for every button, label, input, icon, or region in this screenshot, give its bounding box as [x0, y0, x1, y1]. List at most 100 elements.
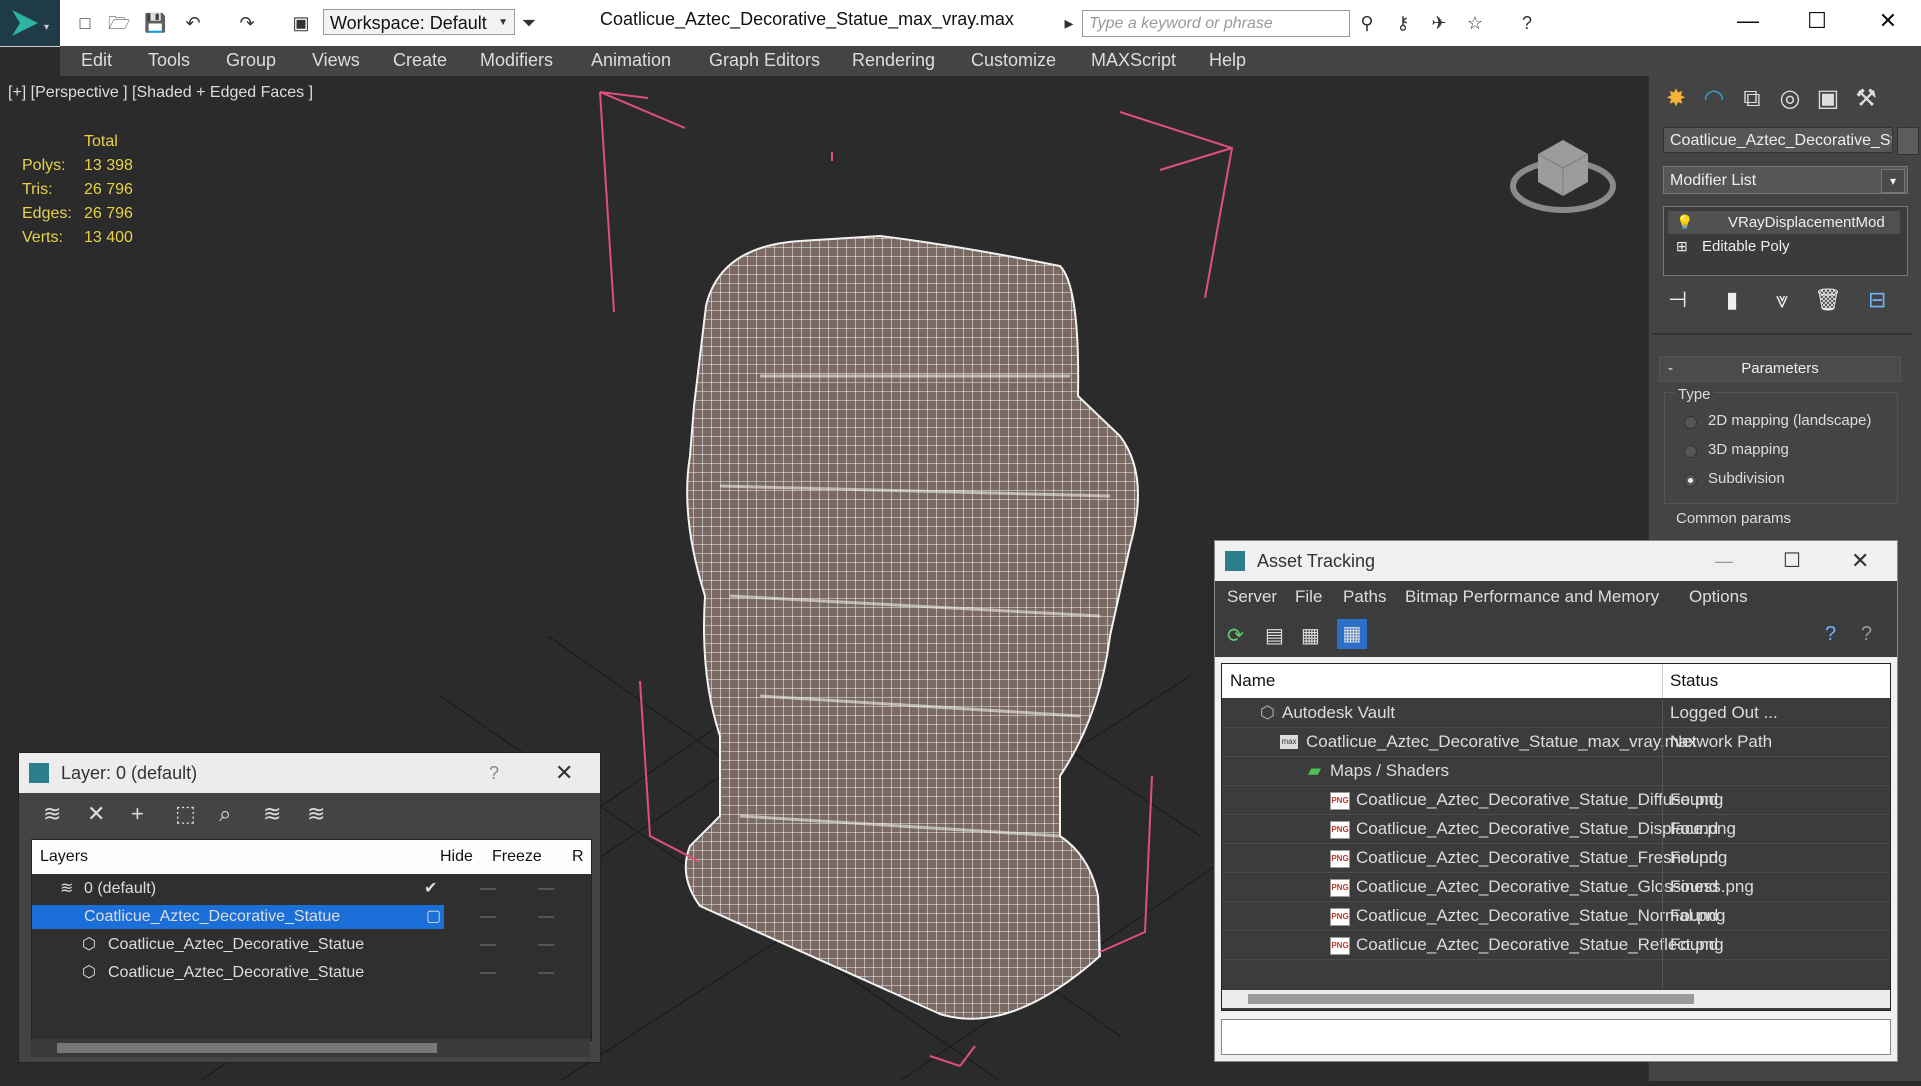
option-subdivision[interactable]: Subdivision: [1708, 470, 1785, 487]
hierarchy-tab-icon[interactable]: ⧉: [1735, 82, 1769, 116]
menu-bitmap-performance[interactable]: Bitmap Performance and Memory: [1405, 581, 1659, 613]
menu-rendering[interactable]: Rendering: [852, 50, 935, 71]
freeze-toggle[interactable]: —: [538, 959, 554, 987]
scrollbar-thumb[interactable]: [1248, 994, 1694, 1004]
show-end-result-icon[interactable]: ▮: [1726, 287, 1738, 313]
asset-row[interactable]: PNG Coatlicue_Aztec_Decorative_Statue_Fr…: [1222, 844, 1890, 873]
add-layer-icon[interactable]: +: [131, 801, 144, 827]
set-active-icon[interactable]: ▢: [426, 903, 441, 931]
column-layers[interactable]: Layers: [40, 840, 88, 874]
horizontal-scrollbar[interactable]: [31, 1039, 590, 1057]
refresh-icon[interactable]: ⟳: [1227, 623, 1244, 648]
column-freeze[interactable]: Freeze: [492, 840, 542, 874]
layer-stack-icon[interactable]: ≋: [43, 801, 61, 827]
motion-tab-icon[interactable]: ◎: [1773, 82, 1807, 116]
layer-row[interactable]: ⊟ ≋ Coatlicue_Aztec_Decorative_Statue ▢ …: [32, 903, 591, 931]
menu-file[interactable]: File: [1295, 581, 1322, 613]
menu-options[interactable]: Options: [1689, 581, 1748, 613]
asset-row[interactable]: PNG Coatlicue_Aztec_Decorative_Statue_Di…: [1222, 786, 1890, 815]
help-button[interactable]: ?: [489, 753, 499, 793]
menu-edit[interactable]: Edit: [81, 50, 112, 71]
utilities-tab-icon[interactable]: ⚒: [1849, 82, 1883, 116]
project-folder-icon[interactable]: ▣: [290, 12, 312, 34]
asset-row[interactable]: ▰ Maps / Shaders: [1222, 757, 1890, 786]
parameters-rollout-header[interactable]: - Parameters: [1659, 356, 1901, 382]
remove-modifier-icon[interactable]: 🗑: [1814, 287, 1842, 313]
open-file-icon[interactable]: 🗁: [108, 12, 130, 34]
asset-row[interactable]: max Coatlicue_Aztec_Decorative_Statue_ma…: [1222, 728, 1890, 757]
make-unique-icon[interactable]: ⩔: [1776, 287, 1788, 313]
layer-properties-icon[interactable]: ≋: [307, 801, 325, 827]
menu-modifiers[interactable]: Modifiers: [480, 50, 553, 71]
minimize-icon[interactable]: —: [1728, 6, 1768, 36]
minimize-icon[interactable]: —: [1715, 541, 1733, 581]
stack-item-editable-poly[interactable]: ⊞ Editable Poly: [1668, 235, 1900, 258]
maximize-icon[interactable]: ☐: [1797, 6, 1837, 36]
object-name-field[interactable]: Coatlicue_Aztec_Decorative_Stat: [1663, 127, 1893, 153]
menu-animation[interactable]: Animation: [591, 50, 671, 71]
pin-stack-icon[interactable]: ⊣: [1668, 287, 1687, 313]
configure-sets-icon[interactable]: ⊟: [1868, 287, 1886, 313]
lightbulb-icon[interactable]: 💡: [1676, 211, 1693, 234]
hide-toggle[interactable]: —: [480, 875, 496, 903]
save-file-icon[interactable]: 💾: [144, 12, 166, 34]
freeze-toggle[interactable]: —: [538, 903, 554, 931]
thumbnail-view-icon[interactable]: ▦: [1301, 623, 1320, 648]
hide-toggle[interactable]: —: [480, 931, 496, 959]
select-layer-icon[interactable]: ⬚: [175, 801, 196, 827]
workspace-dropdown[interactable]: Workspace: Default ▼: [323, 9, 515, 35]
find-layer-icon[interactable]: ⌕: [219, 801, 231, 827]
hide-toggle[interactable]: —: [480, 903, 496, 931]
column-render[interactable]: R: [572, 840, 584, 874]
menu-server[interactable]: Server: [1227, 581, 1277, 613]
table-view-icon[interactable]: ▦: [1337, 619, 1367, 649]
modify-tab-icon[interactable]: ◠: [1697, 82, 1731, 116]
menu-views[interactable]: Views: [312, 50, 360, 71]
expand-search-icon[interactable]: ▸: [1058, 12, 1080, 34]
delete-layer-icon[interactable]: ✕: [87, 801, 105, 827]
vault-settings-icon[interactable]: ?: [1861, 623, 1872, 646]
maximize-icon[interactable]: ☐: [1783, 541, 1801, 581]
asset-row[interactable]: PNG Coatlicue_Aztec_Decorative_Statue_Di…: [1222, 815, 1890, 844]
favorites-star-icon[interactable]: ☆: [1464, 12, 1486, 34]
layer-row[interactable]: ⬡ Coatlicue_Aztec_Decorative_Statue — —: [32, 959, 591, 987]
search-input[interactable]: Type a keyword or phrase: [1082, 10, 1350, 37]
option-3d-mapping[interactable]: 3D mapping: [1708, 441, 1789, 458]
menu-paths[interactable]: Paths: [1343, 581, 1386, 613]
viewcube-icon[interactable]: [1508, 124, 1618, 224]
layer-dialog-title-bar[interactable]: Layer: 0 (default) ? ✕: [19, 753, 600, 793]
viewport-label[interactable]: [+] [Perspective ] [Shaded + Edged Faces…: [8, 84, 313, 102]
menu-group[interactable]: Group: [226, 50, 276, 71]
menu-create[interactable]: Create: [393, 50, 447, 71]
stack-item-vraydisplacement[interactable]: 💡 VRayDisplacementMod: [1668, 211, 1900, 234]
layer-options-icon[interactable]: ≋: [263, 801, 281, 827]
layer-row[interactable]: ⬡ Coatlicue_Aztec_Decorative_Statue — —: [32, 931, 591, 959]
scrollbar-thumb[interactable]: [57, 1043, 437, 1053]
asset-row[interactable]: PNG Coatlicue_Aztec_Decorative_Statue_Re…: [1222, 931, 1890, 960]
freeze-toggle[interactable]: —: [538, 875, 554, 903]
radio-subdivision[interactable]: [1684, 474, 1697, 487]
asset-row[interactable]: PNG Coatlicue_Aztec_Decorative_Statue_Gl…: [1222, 873, 1890, 902]
asset-dialog-title-bar[interactable]: Asset Tracking — ☐ ✕: [1215, 541, 1897, 581]
layer-row[interactable]: ≋ 0 (default) ✔ — —: [32, 875, 591, 903]
active-check-icon[interactable]: ✔: [424, 875, 437, 903]
object-color-swatch[interactable]: [1897, 127, 1919, 155]
close-icon[interactable]: ✕: [1868, 6, 1908, 36]
menu-customize[interactable]: Customize: [971, 50, 1056, 71]
column-hide[interactable]: Hide: [440, 840, 473, 874]
redo-icon[interactable]: ↷: [236, 12, 258, 34]
expand-plus-icon[interactable]: ⊞: [1676, 235, 1688, 258]
radio-3d-mapping[interactable]: [1684, 445, 1697, 458]
sign-in-icon[interactable]: ✈: [1428, 12, 1450, 34]
menu-maxscript[interactable]: MAXScript: [1091, 50, 1176, 71]
hide-toggle[interactable]: —: [480, 959, 496, 987]
vault-help-icon[interactable]: ?: [1825, 623, 1836, 646]
asset-row[interactable]: ⬡ Autodesk Vault Logged Out ...: [1222, 699, 1890, 728]
asset-path-field[interactable]: [1221, 1019, 1891, 1055]
modifier-list-dropdown[interactable]: Modifier List ▾: [1663, 166, 1908, 194]
help-icon[interactable]: ?: [1516, 12, 1538, 34]
asset-row[interactable]: PNG Coatlicue_Aztec_Decorative_Statue_No…: [1222, 902, 1890, 931]
close-icon[interactable]: ✕: [1851, 541, 1869, 581]
menu-graph-editors[interactable]: Graph Editors: [709, 50, 820, 71]
radio-2d-mapping[interactable]: [1684, 416, 1697, 429]
